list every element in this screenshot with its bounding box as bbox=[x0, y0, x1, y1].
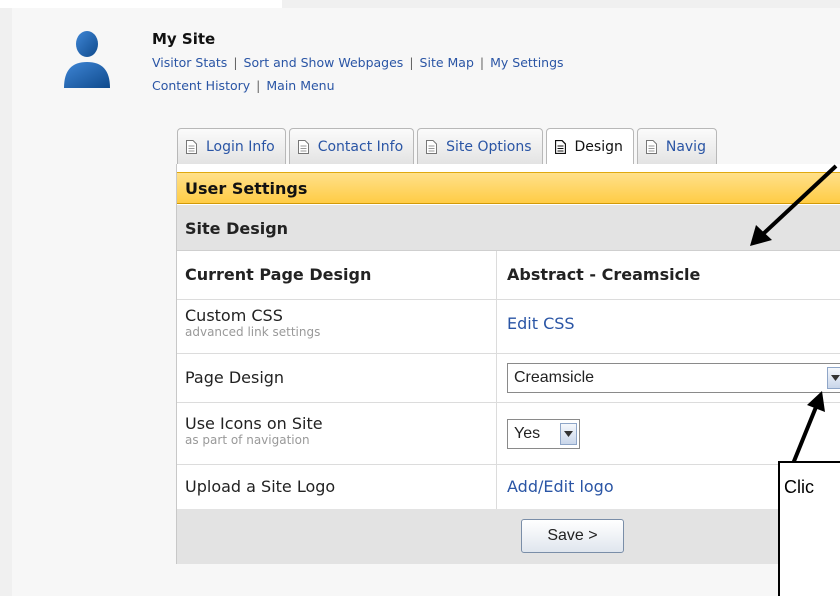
use-icons-hint: as part of navigation bbox=[185, 433, 310, 447]
nav-separator: | bbox=[409, 55, 414, 70]
site-nav-primary: Visitor Stats | Sort and Show Webpages | Sit… bbox=[152, 55, 564, 70]
page-design-selected: Creamsicle bbox=[514, 369, 595, 386]
top-strip bbox=[0, 0, 282, 8]
save-button[interactable]: Save > bbox=[521, 519, 624, 553]
tab-label: Login Info bbox=[206, 138, 275, 155]
nav-my-settings[interactable]: My Settings bbox=[490, 55, 563, 70]
row-custom-css: Custom CSS advanced link settings Edit C… bbox=[177, 300, 840, 354]
tab-label: Site Options bbox=[446, 138, 532, 155]
tab-navigation[interactable]: Navig bbox=[636, 128, 717, 164]
document-icon bbox=[186, 139, 197, 154]
dropdown-arrow-icon[interactable] bbox=[560, 423, 577, 445]
user-avatar-icon bbox=[64, 31, 110, 88]
current-design-label: Current Page Design bbox=[185, 265, 372, 284]
tab-design[interactable]: Design bbox=[545, 128, 634, 164]
nav-separator: | bbox=[233, 55, 238, 70]
document-icon bbox=[554, 139, 566, 154]
use-icons-label: Use Icons on Site bbox=[185, 414, 323, 433]
use-icons-selected: Yes bbox=[514, 425, 541, 442]
document-icon bbox=[645, 139, 657, 154]
use-icons-select[interactable]: Yes bbox=[507, 419, 580, 449]
nav-separator: | bbox=[256, 78, 261, 93]
custom-css-label: Custom CSS bbox=[185, 306, 283, 325]
tab-label: Design bbox=[574, 138, 623, 155]
row-current-design: Current Page Design Abstract - Creamsicl… bbox=[177, 251, 840, 300]
tab-contact-info[interactable]: Contact Info bbox=[288, 128, 415, 164]
row-page-design: Page Design Creamsicle bbox=[177, 354, 840, 403]
nav-sort-show-webpages[interactable]: Sort and Show Webpages bbox=[244, 55, 404, 70]
document-icon bbox=[297, 139, 309, 154]
site-title: My Site bbox=[152, 30, 216, 48]
current-design-value: Abstract - Creamsicle bbox=[507, 265, 701, 284]
custom-css-hint: advanced link settings bbox=[185, 325, 321, 339]
tab-login-info[interactable]: Login Info bbox=[177, 128, 286, 164]
annotation-callout: Clic bbox=[778, 461, 840, 596]
document-icon bbox=[426, 139, 438, 154]
page-design-select[interactable]: Creamsicle bbox=[507, 363, 840, 393]
settings-tabs: Login Info Contact Info Site Options Des… bbox=[177, 128, 717, 164]
nav-main-menu[interactable]: Main Menu bbox=[266, 78, 334, 93]
nav-content-history[interactable]: Content History bbox=[152, 78, 250, 93]
panel-title: User Settings bbox=[177, 172, 840, 204]
callout-text: Clic bbox=[784, 477, 814, 497]
row-use-icons: Use Icons on Site as part of navigation … bbox=[177, 403, 840, 465]
nav-visitor-stats[interactable]: Visitor Stats bbox=[152, 55, 227, 70]
nav-separator: | bbox=[479, 55, 485, 70]
row-site-logo: Upload a Site Logo Add/Edit logo bbox=[177, 465, 840, 509]
section-title: Site Design bbox=[177, 205, 840, 251]
site-nav-secondary: Content History | Main Menu bbox=[152, 78, 335, 93]
edit-css-link[interactable]: Edit CSS bbox=[507, 314, 575, 333]
nav-site-map[interactable]: Site Map bbox=[420, 55, 474, 70]
dropdown-arrow-icon[interactable] bbox=[827, 367, 840, 389]
add-edit-logo-link[interactable]: Add/Edit logo bbox=[507, 477, 614, 496]
tab-label: Contact Info bbox=[317, 138, 404, 155]
settings-panel: User Settings Site Design Current Page D… bbox=[176, 164, 840, 564]
site-logo-label: Upload a Site Logo bbox=[185, 477, 336, 496]
tab-site-options[interactable]: Site Options bbox=[417, 128, 543, 164]
tab-label: Navig bbox=[665, 138, 706, 155]
panel-footer: Save > bbox=[177, 509, 840, 564]
page-design-label: Page Design bbox=[185, 368, 285, 387]
